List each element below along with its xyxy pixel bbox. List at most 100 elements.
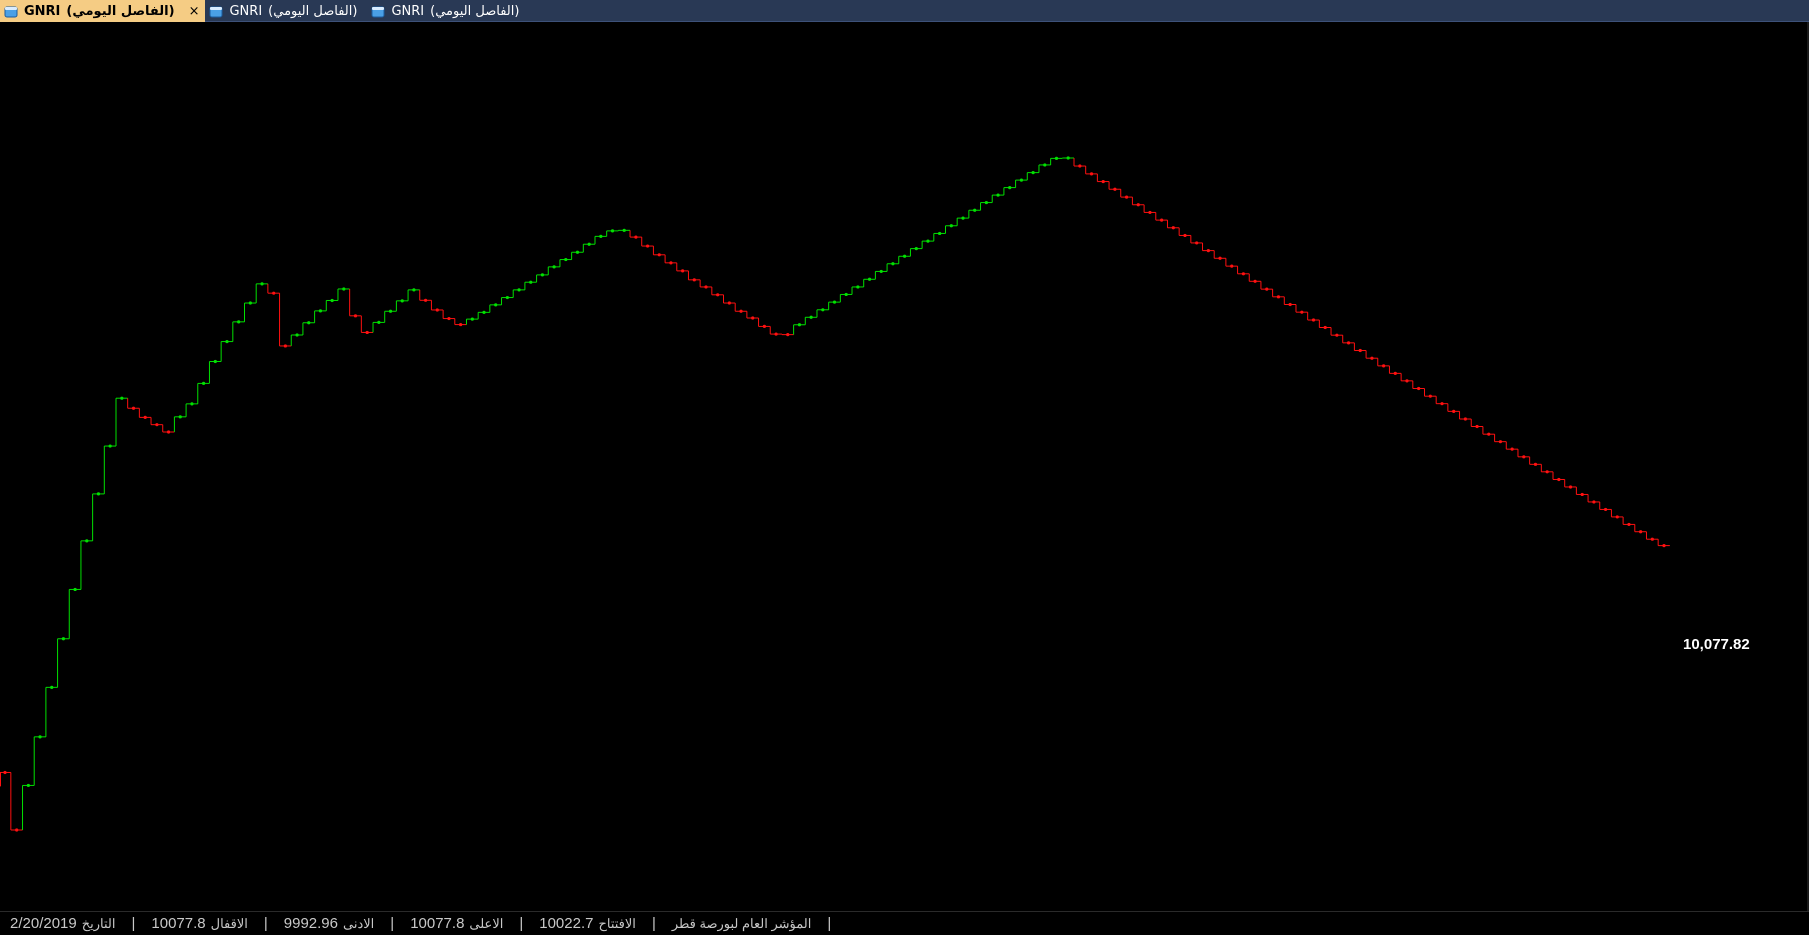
chart-point[interactable]: [1487, 432, 1491, 436]
chart-point[interactable]: [166, 430, 171, 434]
chart-point[interactable]: [1031, 171, 1035, 175]
chart-point[interactable]: [1241, 272, 1246, 276]
chart-point[interactable]: [856, 285, 860, 289]
chart-point[interactable]: [388, 309, 393, 313]
chart-point[interactable]: [786, 333, 790, 337]
chart-point[interactable]: [1568, 485, 1573, 489]
chart-point[interactable]: [552, 265, 556, 269]
chart-point[interactable]: [599, 234, 603, 238]
chart-point[interactable]: [1078, 164, 1082, 168]
chart-point[interactable]: [821, 308, 825, 312]
chart-point[interactable]: [540, 273, 545, 277]
chart-point[interactable]: [1206, 249, 1210, 253]
chart-plot-area[interactable]: 10,077.82: [0, 22, 1809, 911]
chart-point[interactable]: [564, 257, 568, 262]
chart-point[interactable]: [155, 423, 159, 427]
chart-point[interactable]: [1510, 447, 1514, 451]
chart-point[interactable]: [459, 322, 463, 327]
chart-point[interactable]: [529, 280, 533, 284]
chart-point[interactable]: [260, 282, 264, 286]
chart-point[interactable]: [1288, 302, 1292, 307]
chart-point[interactable]: [1382, 364, 1386, 368]
chart-point[interactable]: [669, 261, 673, 265]
chart-point[interactable]: [1335, 333, 1339, 337]
chart-point[interactable]: [470, 317, 474, 321]
chart-point[interactable]: [1323, 325, 1327, 330]
chart-point[interactable]: [1160, 218, 1164, 222]
chart-point[interactable]: [377, 320, 381, 324]
chart-point[interactable]: [283, 344, 287, 348]
chart-point[interactable]: [1452, 409, 1456, 413]
chart-point[interactable]: [1627, 522, 1631, 527]
chart-point[interactable]: [1463, 417, 1467, 421]
chart-point[interactable]: [984, 200, 988, 205]
chart-point[interactable]: [225, 339, 229, 344]
chart-point[interactable]: [178, 415, 182, 419]
chart-point[interactable]: [926, 239, 930, 243]
chart-point[interactable]: [1019, 178, 1024, 182]
chart-point[interactable]: [1346, 341, 1351, 345]
chart-point[interactable]: [131, 406, 136, 410]
chart-point[interactable]: [190, 402, 194, 406]
chart-point[interactable]: [727, 301, 731, 305]
chart-point[interactable]: [762, 324, 767, 329]
chart-point[interactable]: [1405, 379, 1409, 383]
chart-point[interactable]: [1393, 371, 1397, 375]
chart-point[interactable]: [365, 330, 369, 335]
chart-point[interactable]: [867, 277, 872, 281]
chart-point[interactable]: [1124, 195, 1129, 199]
chart-point[interactable]: [1417, 386, 1421, 391]
chart-point[interactable]: [213, 359, 217, 364]
chart-point[interactable]: [248, 301, 252, 305]
chart-point[interactable]: [1615, 515, 1619, 519]
chart-point[interactable]: [108, 444, 112, 448]
chart-point[interactable]: [15, 828, 19, 832]
chart-point[interactable]: [1171, 226, 1175, 230]
chart-point[interactable]: [1370, 356, 1374, 360]
chart-point[interactable]: [85, 539, 89, 543]
chart-point[interactable]: [832, 300, 837, 304]
chart-point[interactable]: [751, 316, 755, 320]
chart-point[interactable]: [3, 770, 7, 775]
chart-point[interactable]: [447, 316, 451, 321]
chart-point[interactable]: [681, 269, 685, 273]
chart-point[interactable]: [902, 254, 907, 258]
chart-point[interactable]: [494, 303, 498, 307]
chart-point[interactable]: [1650, 537, 1654, 541]
chart-point[interactable]: [961, 216, 965, 220]
chart-point[interactable]: [1557, 477, 1561, 482]
chart-point[interactable]: [1043, 163, 1047, 167]
tab-gnri-daily-1[interactable]: GNRI (الفاصل اليومي) ×: [0, 0, 206, 22]
chart-point[interactable]: [587, 242, 591, 246]
chart-point[interactable]: [517, 288, 521, 292]
chart-point[interactable]: [692, 278, 696, 282]
chart-point[interactable]: [973, 208, 977, 212]
chart-point[interactable]: [342, 287, 346, 291]
chart-point[interactable]: [73, 587, 77, 592]
chart-point[interactable]: [809, 315, 813, 319]
chart-point[interactable]: [202, 381, 206, 386]
chart-point[interactable]: [120, 396, 124, 400]
chart-point[interactable]: [38, 735, 42, 739]
chart-point[interactable]: [1603, 507, 1608, 512]
chart-point[interactable]: [949, 224, 953, 228]
chart-point[interactable]: [400, 299, 404, 303]
chart-point[interactable]: [938, 231, 942, 236]
chart-point[interactable]: [237, 320, 241, 324]
chart-point[interactable]: [505, 295, 509, 300]
close-icon[interactable]: ×: [189, 4, 200, 19]
chart-point[interactable]: [353, 314, 358, 318]
chart-point[interactable]: [1089, 172, 1094, 176]
chart-point[interactable]: [1054, 156, 1059, 160]
chart-point[interactable]: [1195, 241, 1199, 245]
chart-point[interactable]: [704, 285, 708, 289]
chart-point[interactable]: [575, 250, 580, 254]
chart-point[interactable]: [318, 309, 323, 313]
chart-point[interactable]: [1113, 187, 1117, 191]
chart-point[interactable]: [716, 293, 720, 297]
chart-point[interactable]: [1276, 295, 1281, 299]
chart-point[interactable]: [1008, 185, 1012, 190]
chart-point[interactable]: [423, 298, 428, 302]
chart-point[interactable]: [330, 298, 334, 303]
chart-point[interactable]: [1475, 424, 1479, 429]
